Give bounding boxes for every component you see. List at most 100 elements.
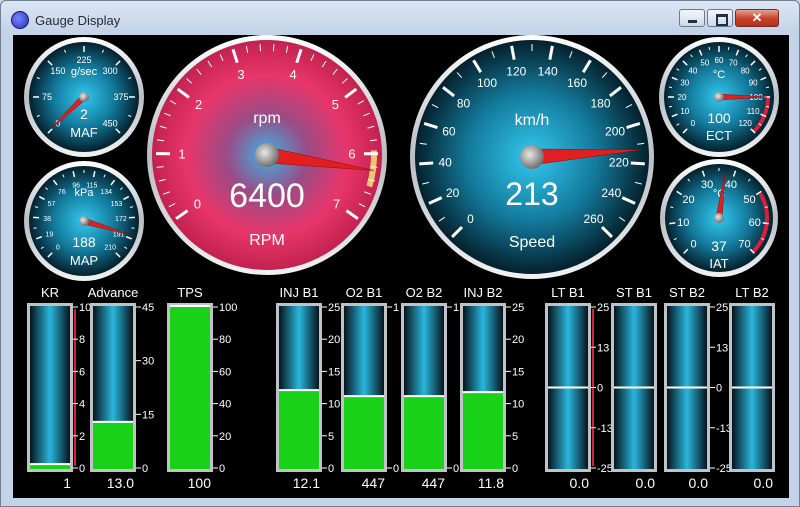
inj-b2-bar-fill (463, 392, 503, 469)
ect-tick-label: 80 (741, 67, 750, 76)
speed-tick-label: 120 (506, 65, 526, 79)
lt-b1-scale-label: 25 (597, 302, 609, 314)
kr-bar-gauge: KR 0 2 4 6 8 10 1 (27, 285, 91, 491)
o2-b1-bar-gauge: O2 B1 0 1 447 (341, 285, 399, 491)
tps-scale-label: 60 (219, 366, 231, 378)
lt-b1-scale-label: -13 (597, 423, 613, 435)
kr-bar-label: KR (41, 285, 59, 300)
map-tick-label: 38 (43, 216, 51, 223)
inj-b2-scale-label: 0 (512, 463, 518, 475)
iat-tick-label: 50 (743, 194, 755, 206)
minimize-button[interactable] (679, 9, 705, 27)
title-bar[interactable]: Gauge Display ✕ (1, 1, 799, 35)
o2-b2-scale-label: 1 (453, 302, 459, 314)
inj-b1-scale-label: 5 (328, 431, 334, 443)
lt-b2-value-readout: 0.0 (754, 475, 774, 491)
map-needle-hub (79, 216, 89, 226)
tps-scale-label: 100 (219, 302, 237, 314)
application-window: Gauge Display ✕ 0 75 150 225 300 375 450 g/sec 2… (0, 0, 800, 507)
speed-gauge: 0 20 40 6080 100 120 140 160180 200 220 240 260 km/h… (410, 35, 654, 279)
ect-unit-label: °C (713, 69, 725, 81)
ect-tick (727, 46, 730, 51)
maf-tick-label: 450 (103, 118, 118, 128)
rpm-tick-label: 7 (333, 196, 340, 211)
maf-tick-label: 300 (103, 66, 118, 76)
rpm-needle-hub (255, 143, 279, 167)
iat-tick (762, 222, 769, 225)
kr-scale-label: 8 (79, 334, 85, 346)
map-tick-label: 0 (56, 245, 60, 252)
ect-tick-label: 30 (680, 79, 689, 88)
speed-tick-label: 100 (477, 76, 497, 90)
kr-scale-label: 4 (79, 399, 85, 411)
ect-tick-label: 110 (747, 107, 760, 116)
o2-b1-scale-label: 1 (393, 302, 399, 314)
map-tick-label: 210 (104, 245, 116, 252)
tps-bar-label: TPS (177, 285, 203, 300)
advance-scale-label: 0 (142, 463, 148, 475)
maf-tick-label: 150 (50, 66, 65, 76)
inj-b1-bar-label: INJ B1 (279, 285, 318, 300)
speed-tick (630, 161, 645, 166)
inj-b2-value-readout: 11.8 (478, 475, 504, 491)
minimize-icon (688, 20, 697, 23)
o2-b1-value-readout: 447 (362, 475, 386, 491)
dashboard-svg: 075150225300375450g/sec2MAF01938577696 11… (24, 35, 779, 491)
iat-tick (764, 206, 768, 209)
ect-tick-label: 70 (729, 59, 738, 68)
close-button[interactable]: ✕ (735, 9, 779, 27)
inj-b1-scale-label: 10 (328, 399, 340, 411)
ect-tick (668, 86, 673, 89)
inj-b2-scale-label: 5 (512, 431, 518, 443)
map-tick-label: 76 (58, 189, 66, 196)
advance-value-readout: 13.0 (107, 475, 134, 491)
speed-tick-label: 260 (584, 212, 604, 226)
rpm-tick-label: 2 (195, 97, 202, 112)
maf-unit-label: g/sec (71, 66, 98, 78)
inj-b1-value-readout: 12.1 (293, 475, 320, 491)
ect-tick-label: 50 (700, 59, 709, 68)
st-b1-bar-label: ST B1 (616, 285, 652, 300)
kr-scale-label: 6 (79, 366, 85, 378)
tps-bar-gauge: TPS 0 20 40 60 80 100 100 (167, 285, 237, 491)
inj-b1-bar-fill (279, 390, 319, 469)
map-unit-label: kPa (75, 187, 95, 199)
iat-gauge: 0102030 40506070°C37IAT (660, 159, 778, 277)
ect-tick-label: 10 (680, 107, 689, 116)
inj-b2-scale-label: 25 (512, 302, 524, 314)
ect-needle-hub (714, 92, 724, 102)
advance-scale-label: 15 (142, 409, 154, 421)
o2-b1-bar-label: O2 B1 (346, 285, 383, 300)
ect-gauge: 0102030405060708090100110120°C100ECT (659, 37, 779, 157)
map-value-readout: 188 (72, 234, 96, 250)
lt-b1-bar-gauge: LT B1 -25 -13 0 13 25 0.0 (545, 285, 613, 491)
lt-b1-value-readout: 0.0 (570, 475, 590, 491)
tps-value-readout: 100 (188, 475, 212, 491)
speed-name-label: Speed (509, 234, 555, 251)
inj-b2-scale-label: 20 (512, 334, 524, 346)
tps-scale-label: 20 (219, 431, 231, 443)
speed-tick (419, 161, 434, 166)
maximize-button[interactable] (707, 9, 733, 27)
inj-b2-bar-label: INJ B2 (463, 285, 502, 300)
rpm-tick-label: 4 (289, 67, 296, 82)
lt-b1-scale-label: 0 (597, 383, 603, 395)
o2-b1-scale-label: 0 (393, 463, 399, 475)
iat-tick-label: 20 (682, 194, 694, 206)
rpm-name-label: RPM (249, 232, 285, 249)
rpm-tick-label: 5 (332, 97, 339, 112)
rpm-value-readout: 6400 (229, 177, 305, 215)
lt-b1-bar-label: LT B1 (551, 285, 584, 300)
speed-tick-label: 80 (457, 97, 471, 111)
ect-tick-label: 40 (688, 67, 697, 76)
rpm-tick-label: 6 (348, 147, 355, 162)
map-tick-label: 134 (100, 189, 112, 196)
ect-tick (765, 105, 770, 108)
speed-needle-hub (520, 145, 544, 169)
inj-b1-scale-label: 15 (328, 366, 340, 378)
ect-tick-label: 120 (738, 119, 752, 128)
map-name-label: MAP (70, 253, 98, 268)
speed-tick-label: 0 (467, 212, 474, 226)
advance-bar-label: Advance (88, 285, 139, 300)
ect-value-readout: 100 (707, 110, 731, 126)
